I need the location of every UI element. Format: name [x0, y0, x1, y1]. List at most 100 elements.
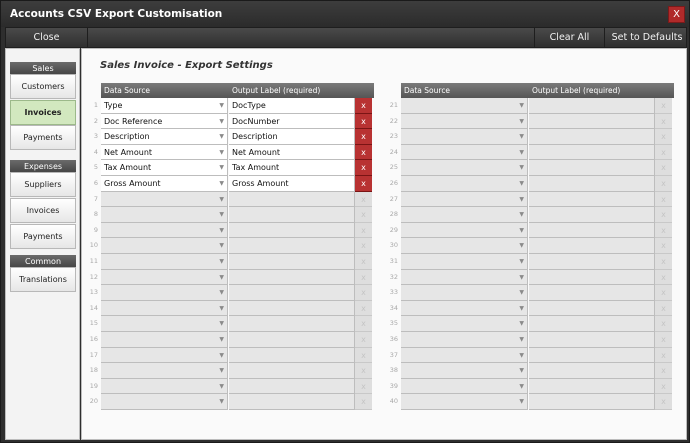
- set-defaults-button[interactable]: Set to Defaults: [606, 28, 688, 47]
- data-source-select[interactable]: Type ▼: [101, 98, 228, 114]
- data-source-select[interactable]: ▼: [401, 98, 528, 114]
- output-label-input[interactable]: DocNumber: [229, 113, 355, 130]
- data-source-select[interactable]: Tax Amount ▼: [101, 160, 228, 176]
- output-label-input[interactable]: [229, 269, 355, 286]
- output-label-input[interactable]: [529, 222, 655, 239]
- delete-row-icon[interactable]: x: [355, 144, 372, 161]
- delete-row-icon[interactable]: x: [655, 347, 672, 364]
- output-label-input[interactable]: [529, 98, 655, 114]
- nav-expenses-payments[interactable]: Payments: [10, 224, 76, 249]
- data-source-select[interactable]: Doc Reference ▼: [101, 113, 228, 130]
- delete-row-icon[interactable]: x: [355, 238, 372, 254]
- output-label-input[interactable]: [229, 363, 355, 379]
- delete-row-icon[interactable]: x: [355, 378, 372, 395]
- data-source-select[interactable]: ▼: [401, 254, 528, 270]
- nav-sales-payments[interactable]: Payments: [10, 125, 76, 150]
- data-source-select[interactable]: ▼: [401, 129, 528, 145]
- output-label-input[interactable]: [529, 394, 655, 410]
- output-label-input[interactable]: [229, 378, 355, 395]
- output-label-input[interactable]: [229, 394, 355, 410]
- output-label-input[interactable]: [529, 316, 655, 332]
- delete-row-icon[interactable]: x: [655, 222, 672, 239]
- data-source-select[interactable]: Description ▼: [101, 129, 228, 145]
- data-source-select[interactable]: ▼: [401, 332, 528, 348]
- output-label-input[interactable]: [529, 254, 655, 270]
- data-source-select[interactable]: ▼: [401, 113, 528, 130]
- output-label-input[interactable]: [529, 332, 655, 348]
- delete-row-icon[interactable]: x: [355, 207, 372, 223]
- output-label-input[interactable]: [529, 347, 655, 364]
- delete-row-icon[interactable]: x: [355, 129, 372, 145]
- delete-row-icon[interactable]: x: [355, 222, 372, 239]
- data-source-select[interactable]: ▼: [101, 222, 228, 239]
- delete-row-icon[interactable]: x: [355, 191, 372, 208]
- delete-row-icon[interactable]: x: [355, 316, 372, 332]
- nav-expenses-suppliers[interactable]: Suppliers: [10, 172, 76, 197]
- output-label-input[interactable]: DocType: [229, 98, 355, 114]
- delete-row-icon[interactable]: x: [355, 394, 372, 410]
- delete-row-icon[interactable]: x: [355, 98, 372, 114]
- delete-row-icon[interactable]: x: [655, 160, 672, 176]
- output-label-input[interactable]: [529, 113, 655, 130]
- delete-row-icon[interactable]: x: [655, 129, 672, 145]
- output-label-input[interactable]: [229, 300, 355, 317]
- output-label-input[interactable]: [229, 347, 355, 364]
- close-button[interactable]: Close: [6, 28, 88, 47]
- delete-row-icon[interactable]: x: [655, 207, 672, 223]
- data-source-select[interactable]: ▼: [101, 269, 228, 286]
- data-source-select[interactable]: ▼: [401, 144, 528, 161]
- output-label-input[interactable]: [229, 254, 355, 270]
- data-source-select[interactable]: ▼: [101, 363, 228, 379]
- delete-row-icon[interactable]: x: [655, 394, 672, 410]
- output-label-input[interactable]: [229, 285, 355, 301]
- output-label-input[interactable]: [229, 191, 355, 208]
- output-label-input[interactable]: [529, 144, 655, 161]
- nav-sales-invoices[interactable]: Invoices: [10, 100, 76, 125]
- delete-row-icon[interactable]: x: [655, 191, 672, 208]
- delete-row-icon[interactable]: x: [655, 144, 672, 161]
- delete-row-icon[interactable]: x: [655, 363, 672, 379]
- delete-row-icon[interactable]: x: [355, 176, 372, 192]
- output-label-input[interactable]: [229, 238, 355, 254]
- data-source-select[interactable]: Gross Amount ▼: [101, 176, 228, 192]
- delete-row-icon[interactable]: x: [655, 300, 672, 317]
- data-source-select[interactable]: ▼: [101, 394, 228, 410]
- data-source-select[interactable]: ▼: [101, 238, 228, 254]
- data-source-select[interactable]: ▼: [401, 207, 528, 223]
- output-label-input[interactable]: [529, 129, 655, 145]
- delete-row-icon[interactable]: x: [355, 332, 372, 348]
- delete-row-icon[interactable]: x: [355, 300, 372, 317]
- output-label-input[interactable]: [529, 238, 655, 254]
- delete-row-icon[interactable]: x: [355, 254, 372, 270]
- data-source-select[interactable]: ▼: [101, 207, 228, 223]
- output-label-input[interactable]: [529, 176, 655, 192]
- output-label-input[interactable]: [529, 363, 655, 379]
- clear-all-button[interactable]: Clear All: [534, 28, 605, 47]
- data-source-select[interactable]: ▼: [401, 347, 528, 364]
- delete-row-icon[interactable]: x: [355, 160, 372, 176]
- nav-sales-customers[interactable]: Customers: [10, 74, 76, 99]
- delete-row-icon[interactable]: x: [355, 113, 372, 130]
- output-label-input[interactable]: [529, 191, 655, 208]
- output-label-input[interactable]: [229, 207, 355, 223]
- output-label-input[interactable]: [529, 285, 655, 301]
- output-label-input[interactable]: [529, 378, 655, 395]
- data-source-select[interactable]: ▼: [101, 347, 228, 364]
- delete-row-icon[interactable]: x: [355, 347, 372, 364]
- delete-row-icon[interactable]: x: [355, 269, 372, 286]
- data-source-select[interactable]: ▼: [401, 160, 528, 176]
- data-source-select[interactable]: ▼: [101, 316, 228, 332]
- delete-row-icon[interactable]: x: [355, 363, 372, 379]
- delete-row-icon[interactable]: x: [655, 269, 672, 286]
- output-label-input[interactable]: Net Amount: [229, 144, 355, 161]
- data-source-select[interactable]: ▼: [401, 222, 528, 239]
- data-source-select[interactable]: ▼: [401, 176, 528, 192]
- output-label-input[interactable]: [229, 316, 355, 332]
- output-label-input[interactable]: Gross Amount: [229, 176, 355, 192]
- data-source-select[interactable]: ▼: [401, 191, 528, 208]
- delete-row-icon[interactable]: x: [655, 285, 672, 301]
- data-source-select[interactable]: ▼: [401, 300, 528, 317]
- delete-row-icon[interactable]: x: [655, 332, 672, 348]
- output-label-input[interactable]: Tax Amount: [229, 160, 355, 176]
- data-source-select[interactable]: ▼: [101, 300, 228, 317]
